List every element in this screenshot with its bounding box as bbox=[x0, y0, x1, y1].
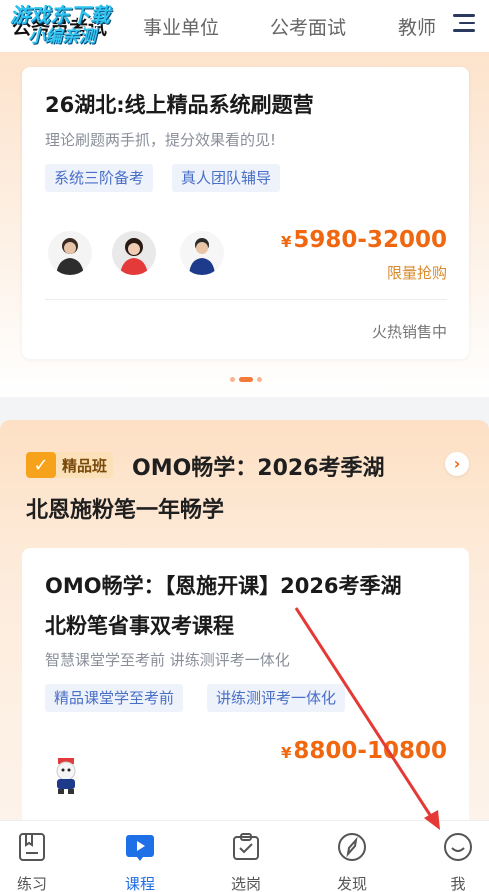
course-title: 26湖北:线上精品系统刷题营 bbox=[45, 93, 314, 117]
nav-label: 练习 bbox=[16, 875, 47, 892]
nav-label: 我 bbox=[450, 875, 466, 892]
divider bbox=[45, 299, 447, 300]
practice-book-icon bbox=[19, 833, 45, 861]
course-price: ¥5980-32000 bbox=[281, 227, 447, 253]
carousel-dot-active[interactable] bbox=[239, 377, 253, 382]
course-card[interactable]: OMO畅学：【恩施开课】2026考季湖 北粉笔省事双考课程 智慧课堂学至考前 讲… bbox=[22, 548, 469, 838]
carousel-dot[interactable] bbox=[257, 377, 262, 382]
teacher-avatar bbox=[180, 231, 224, 275]
class-section: ✓ 精品班 OMO畅学：2026考季湖 北恩施粉笔一年畅学 › OMO畅学：【恩… bbox=[0, 420, 489, 838]
nav-profile[interactable]: 我 bbox=[418, 821, 489, 892]
mascot-icon bbox=[48, 756, 84, 796]
tab-public-institution[interactable]: 事业单位 bbox=[143, 13, 219, 40]
currency-symbol: ¥ bbox=[280, 233, 292, 251]
course-tag: 系统三阶备考 bbox=[45, 164, 154, 192]
tab-teacher[interactable]: 教师 bbox=[398, 13, 436, 40]
course-tag: 讲练测评考一体化 bbox=[207, 684, 346, 712]
section-title-line1: OMO畅学：2026考季湖 bbox=[132, 456, 385, 481]
currency-symbol: ¥ bbox=[280, 744, 292, 762]
teacher-avatar bbox=[48, 231, 92, 275]
nav-job-select[interactable]: 选岗 bbox=[206, 821, 286, 892]
price-range: 8800-10800 bbox=[293, 738, 447, 764]
discover-compass-icon bbox=[338, 833, 366, 861]
nav-course[interactable]: 课程 bbox=[100, 821, 180, 892]
course-subtitle: 理论刷题两手抓，提分效果看的见! bbox=[45, 131, 277, 149]
watermark-line2: 小编亲测 bbox=[28, 27, 96, 47]
profile-icon bbox=[444, 833, 472, 861]
course-play-icon bbox=[126, 835, 154, 861]
tab-interview[interactable]: 公考面试 bbox=[270, 13, 346, 40]
watermark-line1: 游戏东下载 bbox=[10, 3, 110, 27]
menu-icon[interactable] bbox=[453, 14, 475, 34]
checkmark-icon: ✓ bbox=[26, 452, 56, 478]
course-card[interactable]: 26湖北:线上精品系统刷题营 理论刷题两手抓，提分效果看的见! 系统三阶备考 真… bbox=[22, 67, 469, 359]
course-tag: 真人团队辅导 bbox=[172, 164, 281, 192]
nav-practice[interactable]: 练习 bbox=[0, 821, 72, 892]
price-range: 5980-32000 bbox=[293, 227, 447, 253]
nav-label: 课程 bbox=[124, 875, 155, 892]
chevron-right-icon[interactable]: › bbox=[445, 452, 469, 476]
top-tab-bar: 公务员考试 事业单位 公考面试 教师 游戏东下载 小编亲测 bbox=[0, 0, 489, 52]
premium-badge: ✓ 精品班 bbox=[26, 452, 114, 478]
course-title-line1: OMO畅学：【恩施开课】2026考季湖 bbox=[45, 574, 402, 598]
job-select-icon bbox=[233, 833, 259, 860]
course-subtitle: 智慧课堂学至考前 讲练测评考一体化 bbox=[45, 651, 290, 669]
badge-label: 精品班 bbox=[62, 456, 108, 475]
course-price: ¥8800-10800 bbox=[281, 738, 447, 764]
nav-discover[interactable]: 发现 bbox=[312, 821, 392, 892]
sale-status: 火热销售中 bbox=[371, 323, 447, 341]
section-title-line2: 北恩施粉笔一年畅学 bbox=[26, 498, 225, 523]
carousel-dot[interactable] bbox=[230, 377, 235, 382]
teacher-avatar bbox=[112, 231, 156, 275]
nav-label: 选岗 bbox=[230, 875, 261, 892]
featured-section: 26湖北:线上精品系统刷题营 理论刷题两手抓，提分效果看的见! 系统三阶备考 真… bbox=[0, 52, 489, 397]
watermark: 游戏东下载 小编亲测 bbox=[10, 4, 110, 48]
course-title-line2: 北粉笔省事双考课程 bbox=[45, 614, 234, 638]
nav-label: 发现 bbox=[336, 875, 367, 892]
bottom-nav: 练习 课程 选岗 发现 我 bbox=[0, 820, 489, 892]
price-note: 限量抢购 bbox=[386, 264, 447, 282]
carousel-indicator bbox=[230, 377, 262, 382]
course-tag: 精品课堂学至考前 bbox=[45, 684, 184, 712]
